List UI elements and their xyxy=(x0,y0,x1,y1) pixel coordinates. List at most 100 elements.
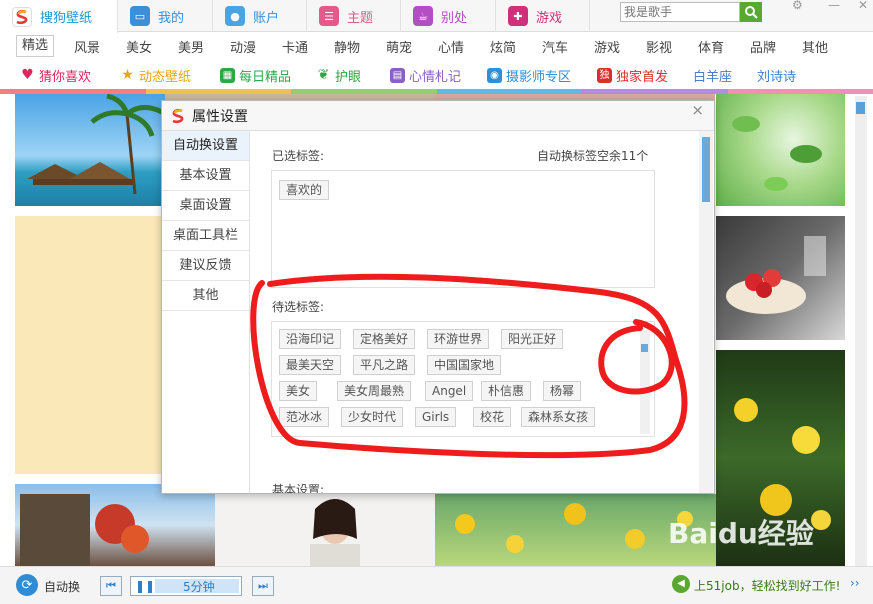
wallpaper-thumb-portrait[interactable] xyxy=(215,494,435,566)
sidebar-item-feedback[interactable]: 建议反馈 xyxy=(162,251,249,281)
main-scrollbar[interactable] xyxy=(855,96,867,566)
sidebar-item-desktop[interactable]: 桌面设置 xyxy=(162,191,249,221)
feature-guess-like[interactable]: ♥ 猜你喜欢 xyxy=(20,66,92,86)
scrollbar-thumb[interactable] xyxy=(702,137,710,202)
skip-next-icon: ⏭ xyxy=(258,579,268,592)
candidate-tag[interactable]: Girls xyxy=(415,407,457,427)
tab-label: 搜狗壁纸 xyxy=(40,11,93,26)
calendar-icon: ▦ xyxy=(220,68,235,83)
next-button[interactable]: ⏭ xyxy=(252,576,274,596)
feature-label: 摄影师专区 xyxy=(506,70,572,85)
feature-label: 心情札记 xyxy=(409,70,462,85)
search-icon xyxy=(745,6,758,19)
candidate-tag[interactable]: 平凡之路 xyxy=(353,355,416,375)
minimize-icon[interactable]: — xyxy=(828,0,840,12)
category-item[interactable]: 美女 xyxy=(126,37,152,56)
more-arrow-icon[interactable]: ›› xyxy=(850,576,860,590)
sidebar-item-desktop-toolbar[interactable]: 桌面工具栏 xyxy=(162,221,249,251)
candidate-tag[interactable]: 中国国家地 xyxy=(427,355,502,375)
search-button[interactable] xyxy=(740,2,762,22)
interval-control[interactable]: ❚❚ 5分钟 xyxy=(130,576,242,596)
feature-exclusive[interactable]: 独独家首发 xyxy=(597,66,668,85)
feature-label: 猜你喜欢 xyxy=(39,70,92,85)
scrollbar-thumb[interactable] xyxy=(856,102,865,114)
close-window-icon[interactable]: ✕ xyxy=(858,0,868,12)
category-item[interactable]: 其他 xyxy=(802,37,828,56)
candidate-tag[interactable]: 定格美好 xyxy=(353,329,416,349)
feature-photographer-zone[interactable]: ◉ 摄影师专区 xyxy=(487,66,571,85)
feature-liu-shishi[interactable]: 刘诗诗 xyxy=(757,66,796,85)
leaves-image xyxy=(732,116,822,191)
category-item[interactable]: 精选 xyxy=(16,35,55,57)
candidate-tag[interactable]: 沿海印记 xyxy=(279,329,342,349)
tab-sogou-wallpaper[interactable]: 搜狗壁纸 xyxy=(0,0,118,33)
pause-icon: ❚❚ xyxy=(135,579,156,593)
feature-mood-notes[interactable]: ▤ 心情札记 xyxy=(390,66,461,85)
tab-games[interactable]: ✚ 游戏 xyxy=(496,0,590,32)
candidate-tag[interactable]: 杨幂 xyxy=(543,381,582,401)
wallpaper-thumb-placeholder[interactable] xyxy=(15,216,165,474)
feature-daily-pick[interactable]: ▦ 每日精品 xyxy=(220,66,291,85)
category-item[interactable]: 心情 xyxy=(438,37,464,56)
top-tab-bar: 搜狗壁纸 ▭ 我的 ● 账户 ☰ 主题 ☕ 别处 ✚ 游戏 ⚙ — ✕ xyxy=(0,0,873,33)
tab-elsewhere[interactable]: ☕ 别处 xyxy=(401,0,496,32)
tab-account[interactable]: ● 账户 xyxy=(213,0,307,32)
candidate-tag[interactable]: 朴信惠 xyxy=(481,381,532,401)
candidate-tag[interactable]: 美女 xyxy=(279,381,318,401)
candidate-tag[interactable]: 美女周最熟 xyxy=(337,381,412,401)
tab-mine[interactable]: ▭ 我的 xyxy=(118,0,213,32)
dialog-scrollbar[interactable] xyxy=(699,131,713,493)
feature-label: 刘诗诗 xyxy=(757,70,797,85)
dialog-titlebar[interactable]: 属性设置 × xyxy=(162,101,714,131)
auto-switch-label: 自动换 xyxy=(44,580,81,594)
scrollbar-thumb[interactable] xyxy=(641,344,648,352)
tab-theme[interactable]: ☰ 主题 xyxy=(307,0,401,32)
category-item[interactable]: 游戏 xyxy=(594,37,620,56)
user-icon: ● xyxy=(225,6,245,26)
auto-switch-button[interactable]: ⟳ xyxy=(16,574,38,596)
settings-gear-icon[interactable]: ⚙ xyxy=(792,0,803,12)
candidate-tag[interactable]: 少女时代 xyxy=(341,407,404,427)
candidate-tags-scrollbar[interactable] xyxy=(640,324,650,434)
wallpaper-thumb-leaves[interactable] xyxy=(716,94,845,206)
sidebar-item-other[interactable]: 其他 xyxy=(162,281,249,311)
category-item[interactable]: 汽车 xyxy=(542,37,568,56)
candidate-tag[interactable]: 校花 xyxy=(473,407,512,427)
category-item[interactable]: 美男 xyxy=(178,37,204,56)
sidebar-item-basic[interactable]: 基本设置 xyxy=(162,161,249,191)
feature-dynamic-wallpaper[interactable]: ★ 动态壁纸 xyxy=(120,66,191,86)
category-item[interactable]: 炫简 xyxy=(490,37,516,56)
candidate-tag[interactable]: 阳光正好 xyxy=(501,329,564,349)
dialog-sidebar: 自动换设置 基本设置 桌面设置 桌面工具栏 建议反馈 其他 xyxy=(162,131,250,493)
dialog-body: 已选标签: 自动换标签空余11个 喜欢的 待选标签: 沿海印记 定格美好 环游世… xyxy=(251,131,699,493)
category-item[interactable]: 风景 xyxy=(74,37,100,56)
wallpaper-thumb-beach[interactable] xyxy=(15,93,165,206)
sidebar-item-auto-switch[interactable]: 自动换设置 xyxy=(162,131,249,161)
previous-button[interactable]: ⏮ xyxy=(100,576,122,596)
category-item[interactable]: 动漫 xyxy=(230,37,256,56)
feature-eye-care[interactable]: ❦ 护眼 xyxy=(316,66,362,86)
category-item[interactable]: 静物 xyxy=(334,37,360,56)
candidate-tag[interactable]: 最美天空 xyxy=(279,355,342,375)
featured-links: ♥ 猜你喜欢 ★ 动态壁纸 ▦ 每日精品 ❦ 护眼 ▤ 心情札记 ◉ 摄影师专区 独独家首发… xyxy=(0,60,873,88)
ad-link[interactable]: 上51job，轻松找到好工作! xyxy=(694,577,840,594)
category-item[interactable]: 卡通 xyxy=(282,37,308,56)
feature-aries[interactable]: 白羊座 xyxy=(693,66,732,85)
candidate-tag[interactable]: 范冰冰 xyxy=(279,407,330,427)
candidate-tag[interactable]: 森林系女孩 xyxy=(521,407,596,427)
category-item[interactable]: 品牌 xyxy=(750,37,776,56)
feature-label: 白羊座 xyxy=(693,70,733,85)
candidate-tag[interactable]: 环游世界 xyxy=(427,329,490,349)
properties-dialog: 属性设置 × 自动换设置 基本设置 桌面设置 桌面工具栏 建议反馈 其他 已选标… xyxy=(161,100,715,494)
category-item[interactable]: 体育 xyxy=(698,37,724,56)
category-item[interactable]: 影视 xyxy=(646,37,672,56)
candidate-tag[interactable]: Angel xyxy=(425,381,474,401)
dialog-close-icon[interactable]: × xyxy=(691,101,704,119)
category-item[interactable]: 萌宠 xyxy=(386,37,412,56)
wallpaper-thumb-strawberry-cake[interactable] xyxy=(716,216,845,340)
wallpaper-thumb-tree[interactable] xyxy=(15,484,215,566)
camera-icon: ◉ xyxy=(487,68,502,83)
feature-label: 护眼 xyxy=(335,70,362,85)
selected-tag[interactable]: 喜欢的 xyxy=(279,180,330,200)
search-input[interactable] xyxy=(620,2,740,22)
